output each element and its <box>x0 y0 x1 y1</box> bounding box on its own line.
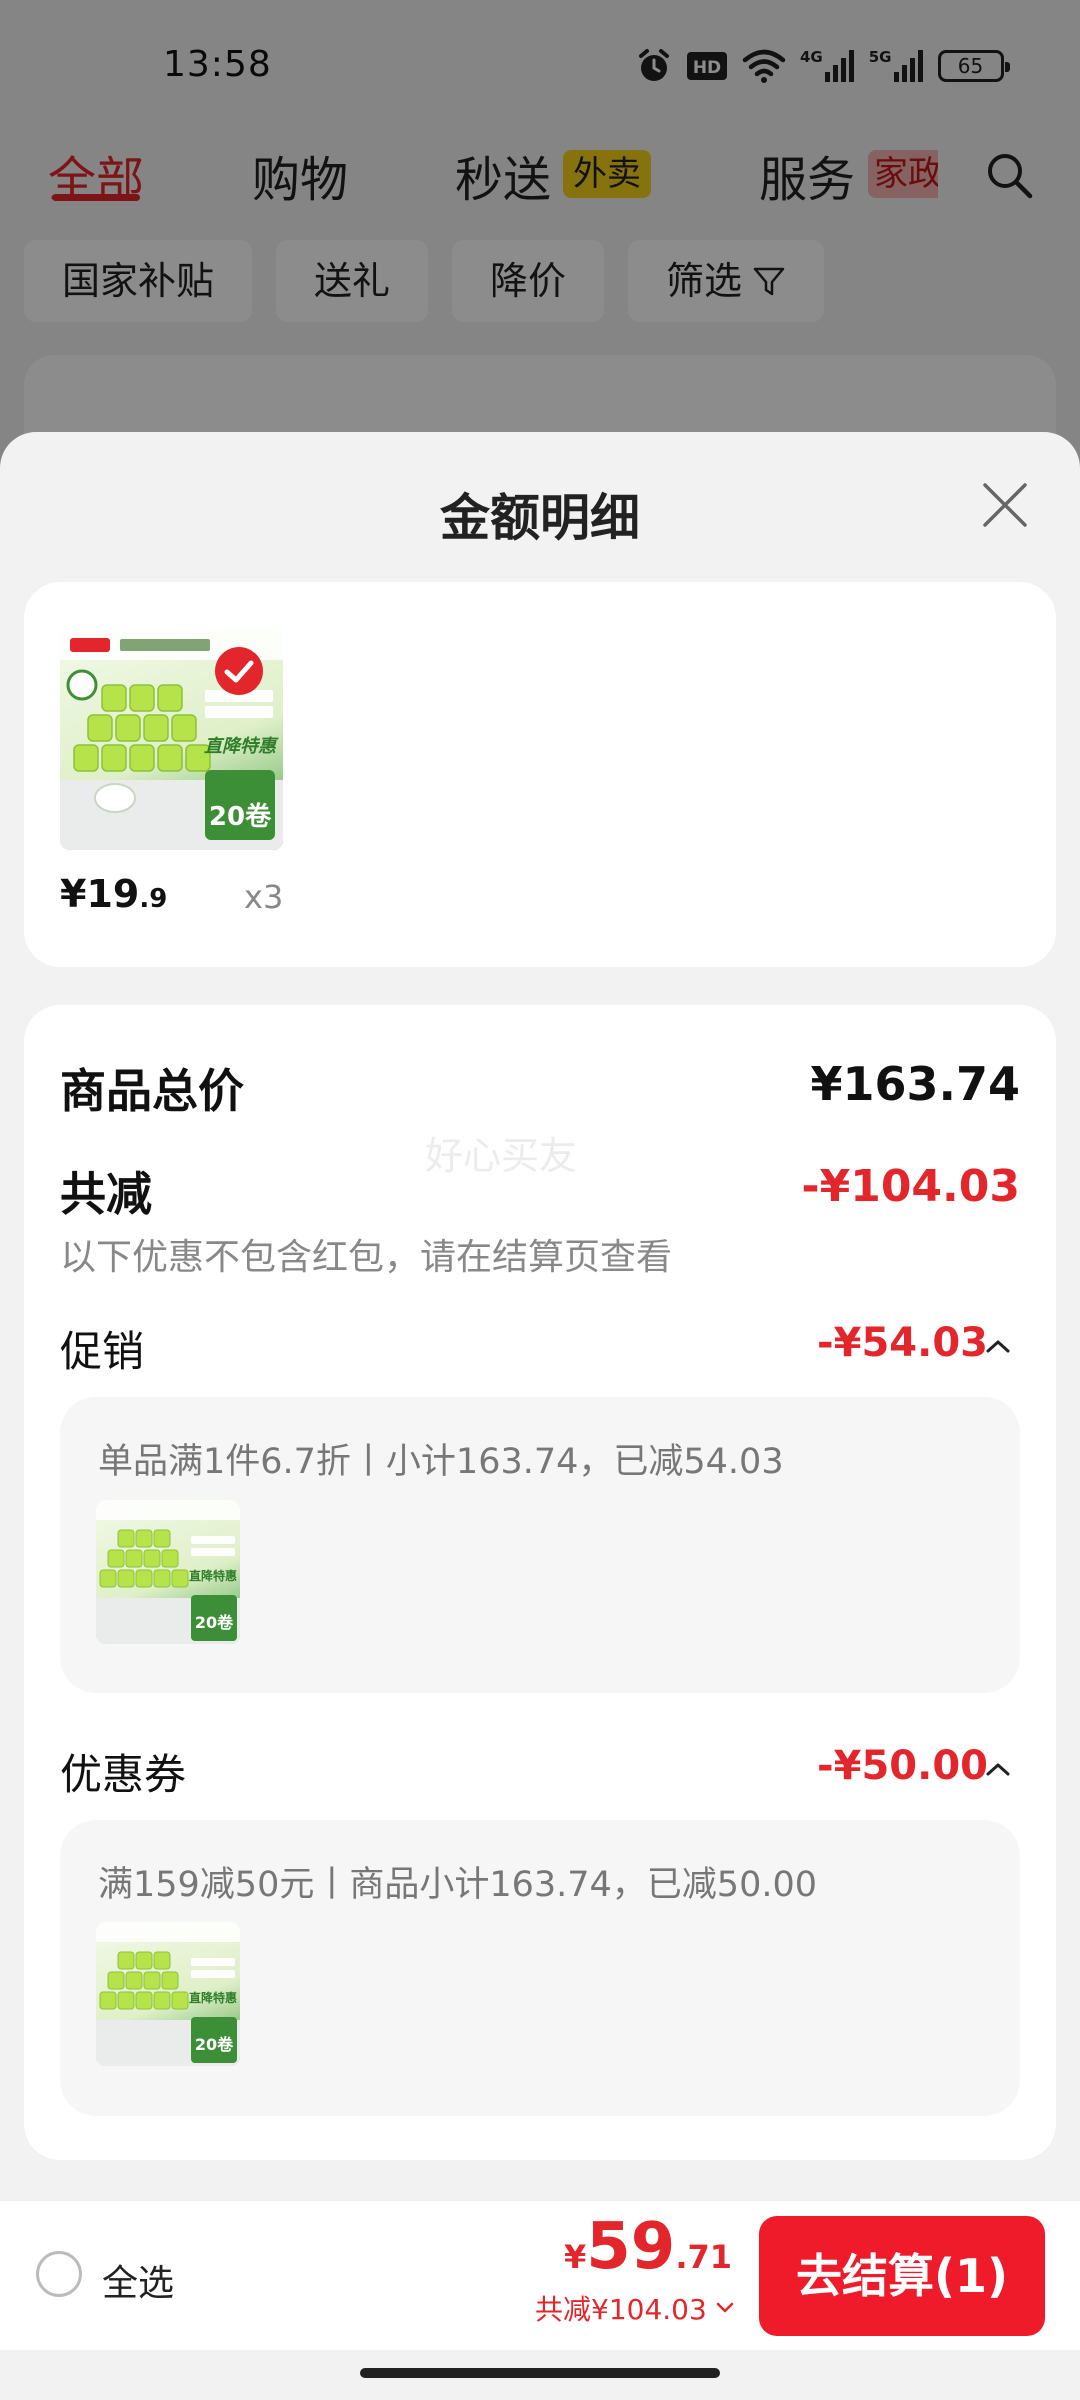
chevron-down-icon <box>716 2302 734 2313</box>
product-price: ¥19.9 <box>60 872 167 916</box>
select-all-label[interactable]: 全选 <box>102 2254 174 2306</box>
promo-detail-text: 单品满1件6.7折丨小计163.74，已减54.03 <box>98 1442 784 1482</box>
promo-product-thumb: 直降特惠 20卷 <box>96 1500 240 1644</box>
tissue-pack-graphic: 直降特惠 20卷 <box>96 1500 240 1644</box>
coupon-detail-text: 满159减50元丨商品小计163.74，已减50.00 <box>98 1865 818 1905</box>
svg-text:20卷: 20卷 <box>195 1613 234 1632</box>
svg-text:直降特惠: 直降特惠 <box>204 736 279 757</box>
coupon-value[interactable]: -¥50.00 <box>817 1743 988 1789</box>
coupon-label: 优惠券 <box>60 1750 187 1799</box>
pay-reduce-text: 共减¥104.03 <box>535 2293 707 2326</box>
pay-dec: .71 <box>675 2238 732 2276</box>
product-quantity: x3 <box>244 878 284 916</box>
home-indicator[interactable] <box>360 2368 720 2378</box>
reduce-value: -¥104.03 <box>801 1161 1020 1212</box>
pay-symbol: ¥ <box>563 2238 587 2276</box>
tissue-pack-graphic: 直降特惠 20卷 <box>96 1922 240 2066</box>
pay-int: 59 <box>586 2210 676 2284</box>
sheet-title: 金额明细 <box>440 489 640 547</box>
price-int: 19 <box>86 872 140 916</box>
selected-check-icon <box>215 647 263 695</box>
svg-text:20卷: 20卷 <box>209 802 272 832</box>
promo-label: 促销 <box>60 1327 145 1376</box>
reduce-label: 共减 <box>60 1167 152 1221</box>
watermark-text: 好心买友 <box>425 1134 578 1178</box>
chevron-up-icon[interactable] <box>985 1338 1011 1354</box>
pay-amount: ¥59.71 <box>564 2210 732 2284</box>
discount-note: 以下优惠不包含红包，请在结算页查看 <box>60 1237 673 1278</box>
pay-reduce[interactable]: 共减¥104.03 <box>535 2288 735 2328</box>
promo-value[interactable]: -¥54.03 <box>817 1320 988 1366</box>
select-all-radio[interactable] <box>36 2251 82 2297</box>
checkout-button[interactable]: 去结算(1) <box>759 2216 1045 2336</box>
total-label: 商品总价 <box>60 1064 244 1118</box>
svg-text:直降特惠: 直降特惠 <box>189 1990 237 2005</box>
price-dec: .9 <box>139 884 168 914</box>
chevron-up-icon[interactable] <box>985 1761 1011 1777</box>
coupon-product-thumb: 直降特惠 20卷 <box>96 1922 240 2066</box>
price-symbol: ¥ <box>60 872 87 916</box>
svg-text:20卷: 20卷 <box>195 2035 234 2054</box>
svg-text:直降特惠: 直降特惠 <box>189 1568 237 1583</box>
close-icon[interactable] <box>980 480 1030 530</box>
total-value: ¥163.74 <box>810 1057 1020 1111</box>
